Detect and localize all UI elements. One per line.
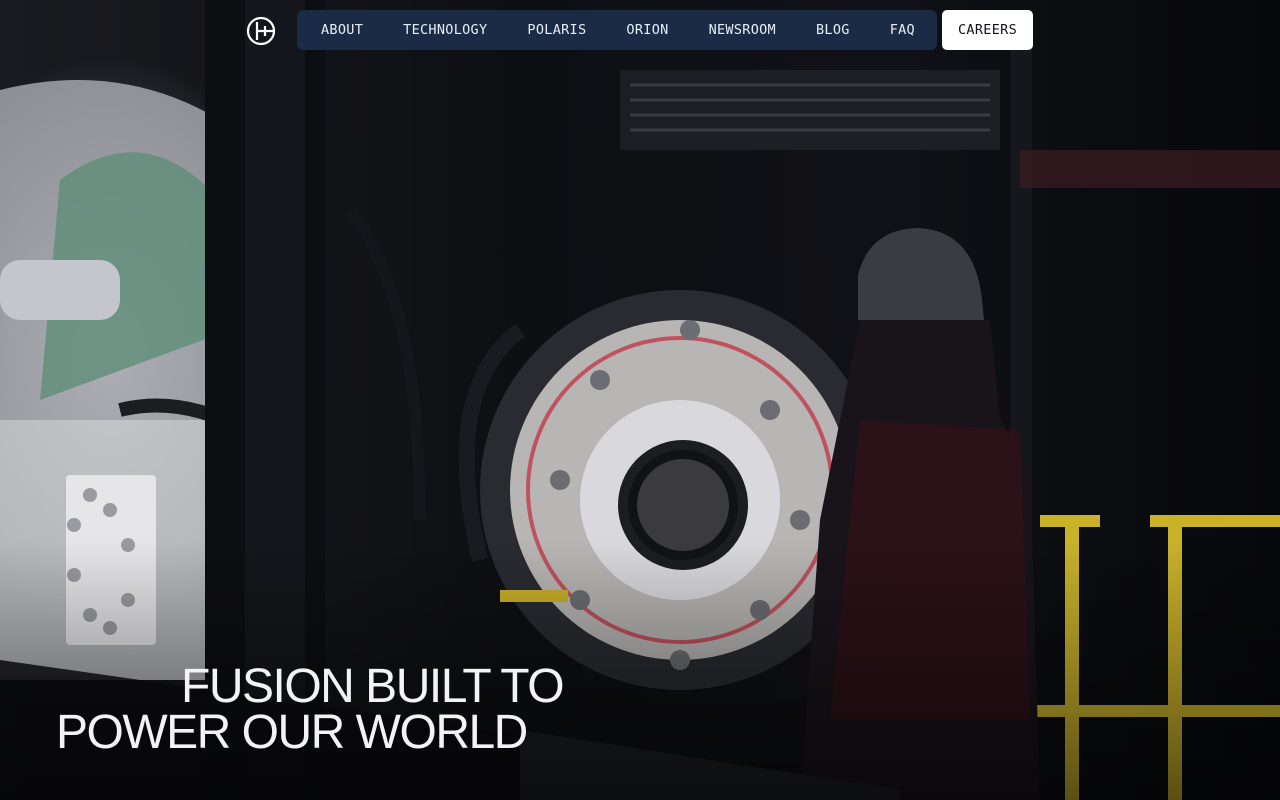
nav-item-about[interactable]: ABOUT <box>301 10 383 50</box>
careers-button[interactable]: CAREERS <box>942 10 1033 50</box>
nav-item-orion[interactable]: ORION <box>606 10 688 50</box>
hero-headline-line2: POWER OUR WORLD <box>56 706 528 759</box>
hero-section: ABOUT TECHNOLOGY POLARIS ORION NEWSROOM … <box>0 0 1280 800</box>
hero-headline: FUSION BUILT TO POWER OUR WORLD <box>56 660 565 759</box>
nav-item-faq[interactable]: FAQ <box>870 10 935 50</box>
main-nav: ABOUT TECHNOLOGY POLARIS ORION NEWSROOM … <box>297 10 937 50</box>
nav-item-technology[interactable]: TECHNOLOGY <box>383 10 507 50</box>
hero-headline-line1: FUSION BUILT TO <box>181 660 565 713</box>
nav-item-newsroom[interactable]: NEWSROOM <box>689 10 796 50</box>
helion-logo-icon[interactable] <box>246 16 276 46</box>
nav-item-polaris[interactable]: POLARIS <box>507 10 606 50</box>
nav-item-blog[interactable]: BLOG <box>796 10 870 50</box>
